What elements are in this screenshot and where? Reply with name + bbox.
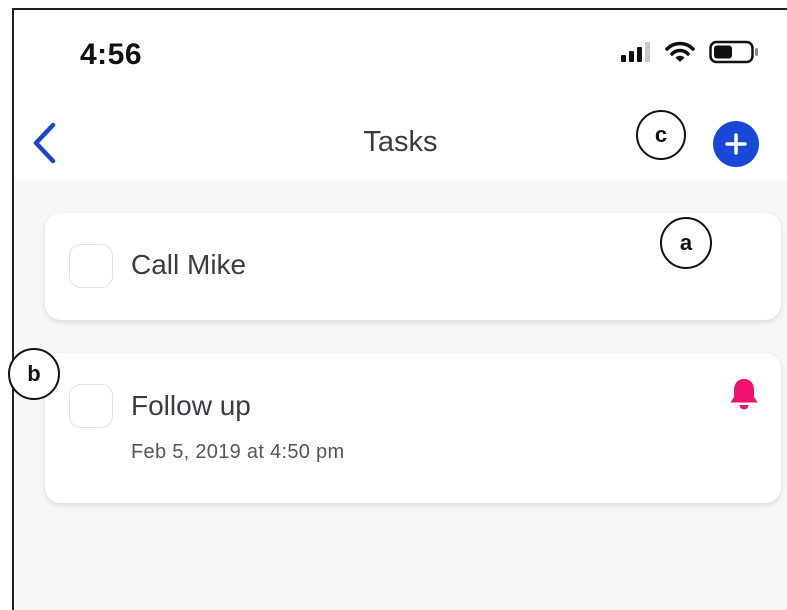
task-checkbox[interactable] <box>69 244 113 288</box>
wifi-icon <box>665 41 695 68</box>
plus-icon <box>725 133 747 155</box>
status-time: 4:56 <box>80 38 143 71</box>
status-icons <box>621 40 759 69</box>
status-bar: 4:56 <box>14 10 787 100</box>
task-card-follow-up[interactable]: Follow up Feb 5, 2019 at 4:50 pm <box>45 353 781 503</box>
task-reminder-date: Feb 5, 2019 at 4:50 pm <box>131 441 345 463</box>
add-task-button[interactable] <box>713 121 759 167</box>
task-checkbox[interactable] <box>69 384 113 428</box>
task-title: Follow up <box>131 390 251 421</box>
annotation-marker-c: c <box>636 110 686 160</box>
bell-icon[interactable] <box>725 375 763 413</box>
battery-icon <box>709 40 759 69</box>
task-title: Call Mike <box>131 249 247 280</box>
phone-screen: 4:56 Tasks Call Mike Follow up Feb 5, 20… <box>12 8 787 610</box>
annotation-marker-a: a <box>660 217 712 269</box>
cellular-signal-icon <box>621 42 651 67</box>
annotation-marker-b: b <box>8 348 60 400</box>
